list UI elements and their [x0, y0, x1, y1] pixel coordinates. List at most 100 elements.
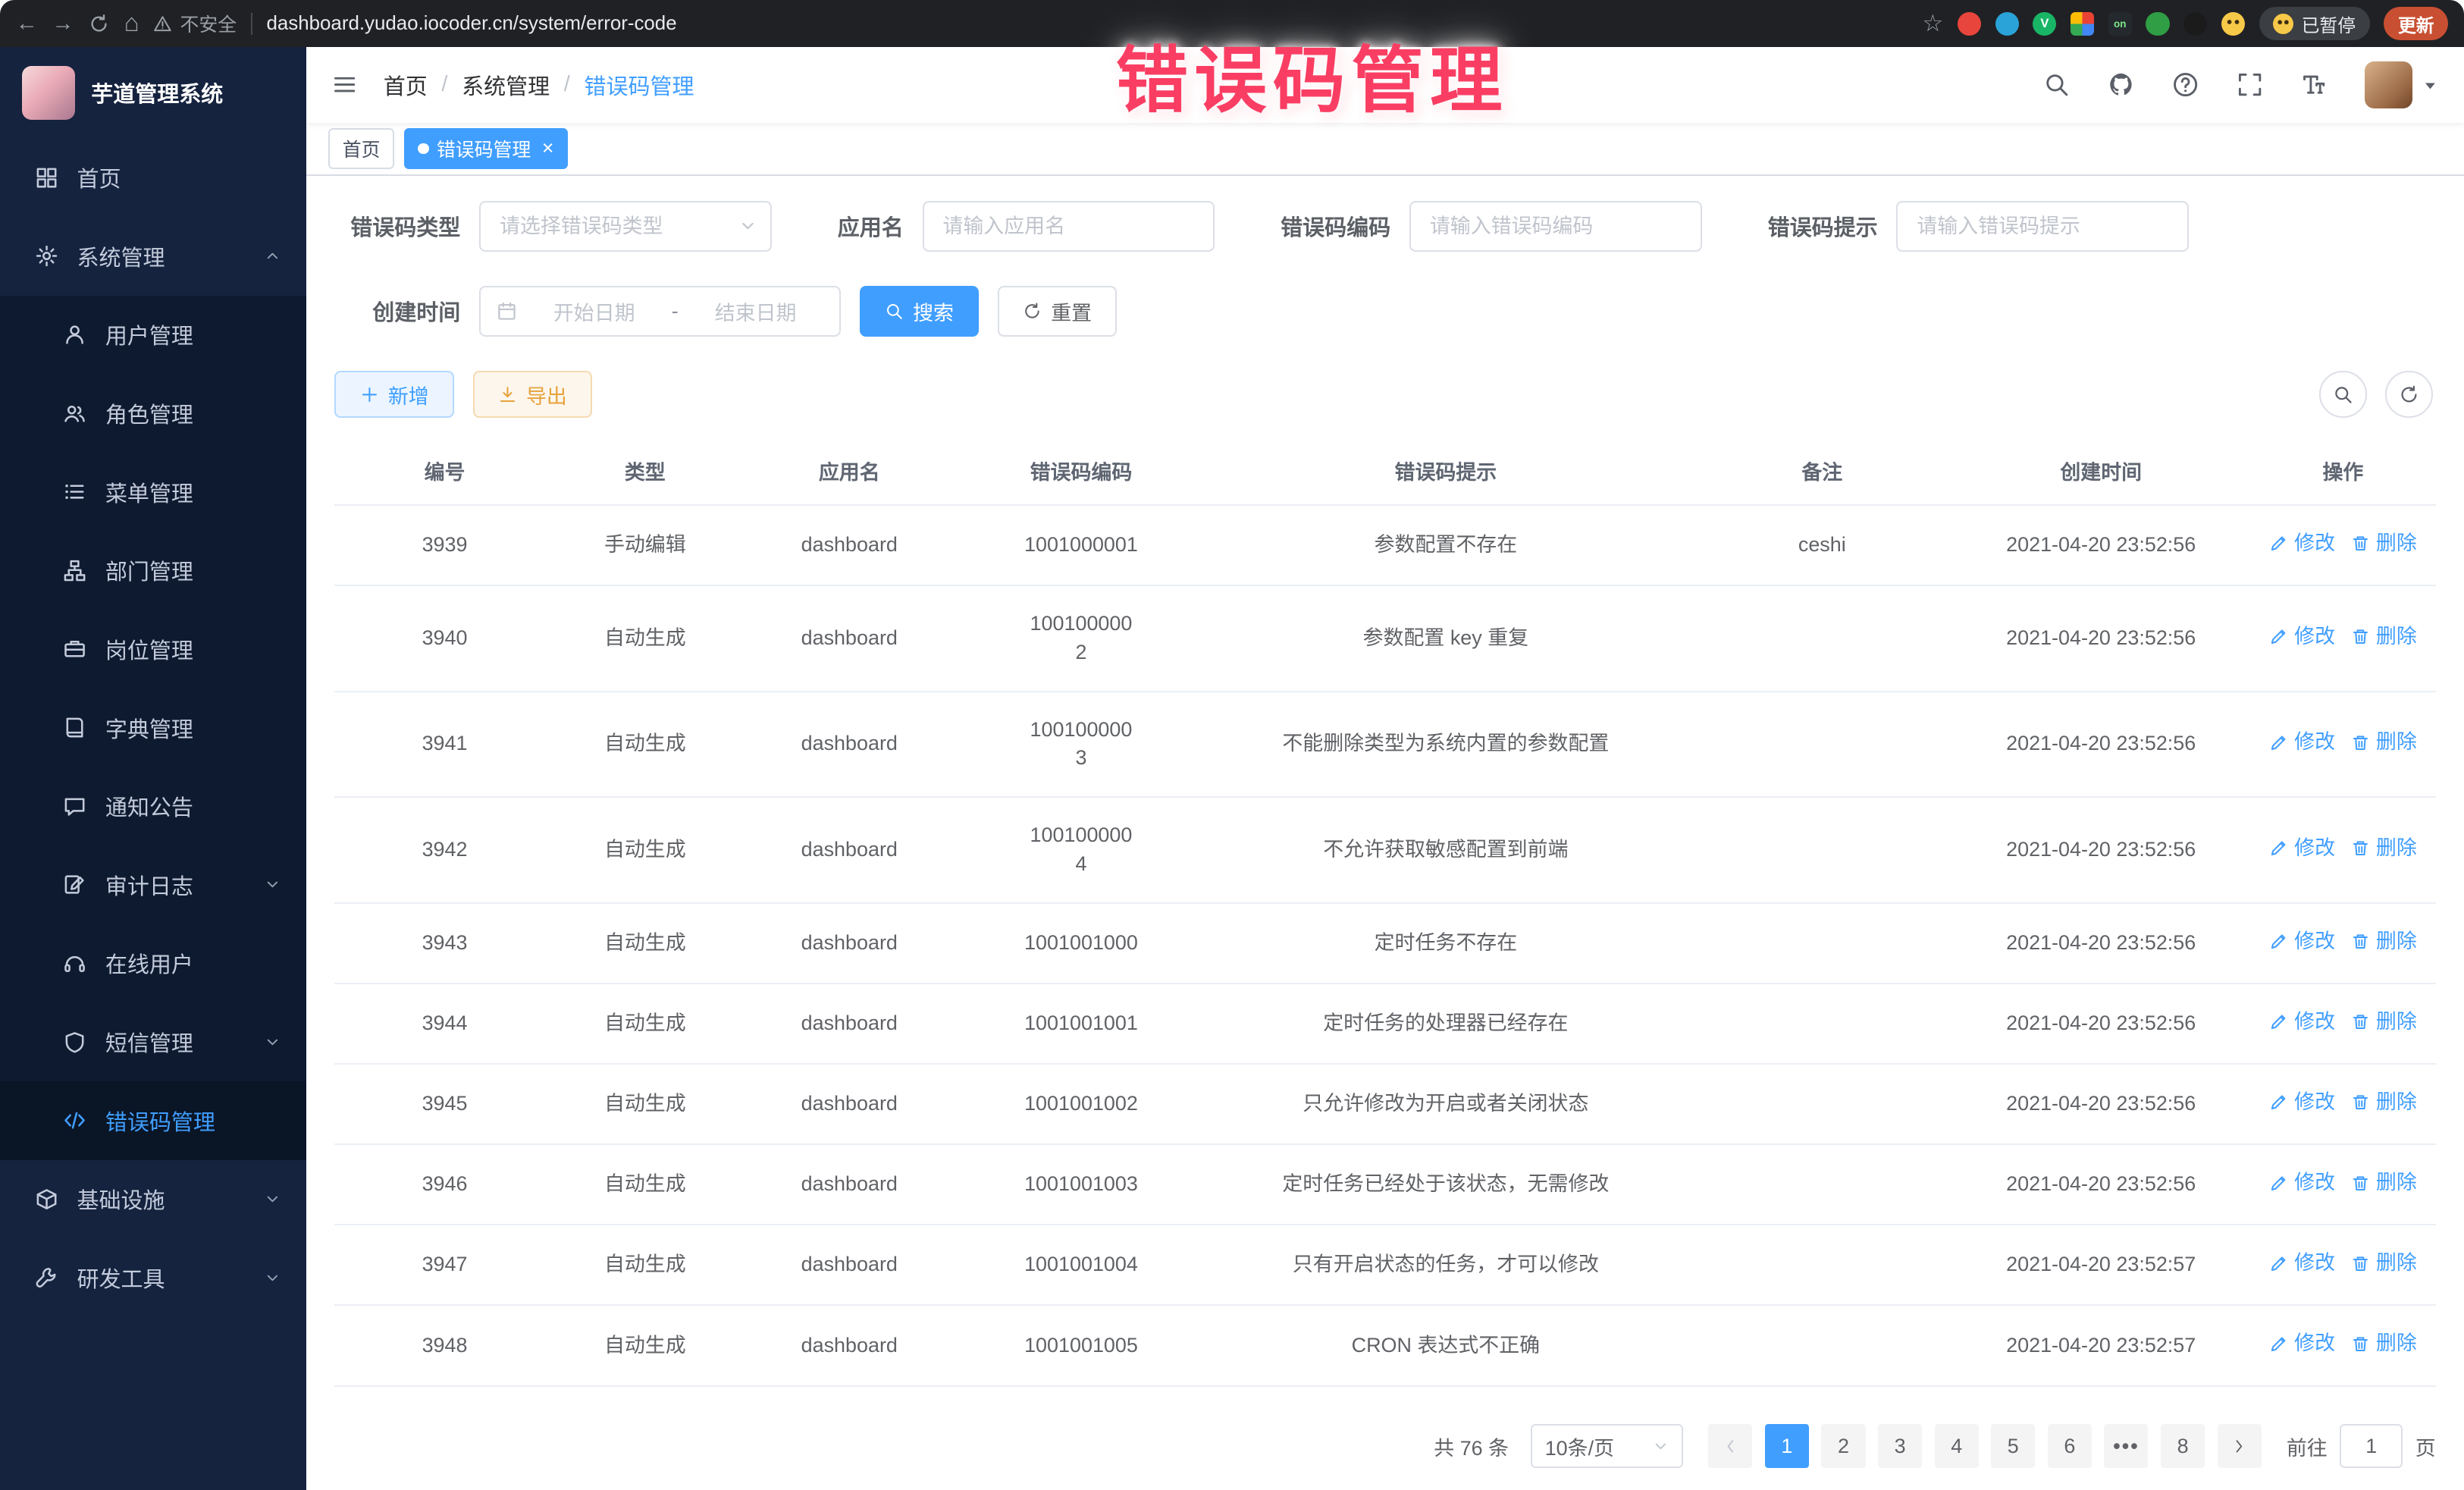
help-icon[interactable] [2172, 71, 2199, 98]
page-button-1[interactable]: 1 [1765, 1424, 1809, 1468]
breadcrumb-home[interactable]: 首页 [384, 69, 428, 101]
reload-icon[interactable] [88, 13, 110, 35]
page-button-6[interactable]: 6 [2048, 1424, 2092, 1468]
cell-remark [1692, 797, 1951, 903]
sidebar-item-用户管理[interactable]: 用户管理 [0, 296, 306, 375]
page-button-4[interactable]: 4 [1935, 1424, 1979, 1468]
edit-link[interactable]: 修改 [2269, 728, 2335, 757]
page-size-select[interactable]: 10条/页 [1531, 1424, 1683, 1468]
user-avatar-menu[interactable] [2365, 61, 2438, 108]
tab-错误码管理[interactable]: 错误码管理× [404, 128, 569, 169]
toggle-search-button[interactable] [2319, 371, 2366, 418]
export-button[interactable]: 导出 [473, 371, 592, 418]
paused-button[interactable]: 已暂停 [2259, 7, 2370, 40]
security-indicator[interactable]: 不安全 [153, 10, 237, 37]
update-button[interactable]: 更新 [2384, 7, 2448, 40]
delete-link[interactable]: 删除 [2351, 1329, 2417, 1358]
sidebar-item-在线用户[interactable]: 在线用户 [0, 924, 306, 1003]
browser-profile-avatar[interactable] [2221, 12, 2245, 36]
next-page-button[interactable] [2218, 1424, 2262, 1468]
delete-link[interactable]: 删除 [2351, 1168, 2417, 1197]
sidebar-item-通知公告[interactable]: 通知公告 [0, 767, 306, 845]
delete-link[interactable]: 删除 [2351, 529, 2417, 558]
tags-bar: 首页错误码管理× [306, 123, 2464, 176]
app-name-input[interactable] [923, 201, 1215, 251]
page-button-8[interactable]: 8 [2161, 1424, 2205, 1468]
add-button[interactable]: 新增 [334, 371, 453, 418]
pager-more[interactable]: ••• [2104, 1424, 2148, 1468]
goto-page-input[interactable] [2340, 1424, 2403, 1468]
delete-icon [2351, 932, 2370, 951]
back-icon[interactable]: ← [16, 11, 38, 36]
sidebar-item-基础设施[interactable]: 基础设施 [0, 1160, 306, 1239]
search-button[interactable]: 搜索 [860, 286, 979, 336]
address-bar[interactable]: dashboard.yudao.iocoder.cn/system/error-… [266, 13, 676, 35]
close-icon[interactable]: × [542, 138, 554, 158]
bookmark-star-icon[interactable]: ☆ [1922, 10, 1943, 37]
delete-link[interactable]: 删除 [2351, 1088, 2417, 1117]
content: 错误码类型 应用名 错误码编码 [306, 176, 2464, 1490]
edit-link[interactable]: 修改 [2269, 623, 2335, 651]
delete-link[interactable]: 删除 [2351, 728, 2417, 757]
sidebar-item-短信管理[interactable]: 短信管理 [0, 1002, 306, 1081]
page-button-3[interactable]: 3 [1878, 1424, 1922, 1468]
edit-link[interactable]: 修改 [2269, 834, 2335, 863]
delete-link[interactable]: 删除 [2351, 1249, 2417, 1278]
sidebar-item-首页[interactable]: 首页 [0, 138, 306, 217]
delete-link[interactable]: 删除 [2351, 834, 2417, 863]
tab-首页[interactable]: 首页 [328, 128, 394, 169]
edit-link[interactable]: 修改 [2269, 927, 2335, 956]
extension-icon[interactable] [2071, 12, 2094, 36]
github-icon[interactable] [2108, 71, 2134, 98]
edit-link[interactable]: 修改 [2269, 1008, 2335, 1037]
fullscreen-icon[interactable] [2237, 71, 2263, 98]
date-range-picker[interactable]: 开始日期 - 结束日期 [479, 286, 841, 336]
date-separator: - [672, 300, 679, 323]
breadcrumb-current[interactable]: 错误码管理 [584, 69, 694, 101]
hamburger-icon[interactable] [331, 71, 358, 98]
sidebar-item-系统管理[interactable]: 系统管理 [0, 217, 306, 296]
search-icon[interactable] [2043, 71, 2070, 98]
edit-note-icon [63, 873, 86, 896]
edit-link[interactable]: 修改 [2269, 1088, 2335, 1117]
error-message-input[interactable] [1896, 201, 2189, 251]
sidebar-menu: 首页系统管理用户管理角色管理菜单管理部门管理岗位管理字典管理通知公告审计日志在线… [0, 138, 306, 1490]
font-size-icon[interactable] [2300, 71, 2327, 98]
delete-icon [2351, 839, 2370, 858]
sidebar-item-研发工具[interactable]: 研发工具 [0, 1238, 306, 1317]
reset-button[interactable]: 重置 [998, 286, 1117, 336]
sidebar-item-岗位管理[interactable]: 岗位管理 [0, 610, 306, 689]
sidebar-item-审计日志[interactable]: 审计日志 [0, 845, 306, 924]
extension-icon[interactable] [1958, 12, 1981, 36]
sidebar-item-菜单管理[interactable]: 菜单管理 [0, 453, 306, 532]
breadcrumb-system[interactable]: 系统管理 [462, 69, 550, 101]
delete-link[interactable]: 删除 [2351, 927, 2417, 956]
sidebar-item-错误码管理[interactable]: 错误码管理 [0, 1081, 306, 1160]
edit-link[interactable]: 修改 [2269, 1249, 2335, 1278]
sidebar-item-字典管理[interactable]: 字典管理 [0, 689, 306, 767]
delete-link[interactable]: 删除 [2351, 1008, 2417, 1037]
forward-icon[interactable]: → [52, 11, 74, 36]
prev-page-button[interactable] [1708, 1424, 1752, 1468]
sidebar-item-部门管理[interactable]: 部门管理 [0, 532, 306, 610]
extension-icon[interactable] [1995, 12, 2019, 36]
edit-link[interactable]: 修改 [2269, 1329, 2335, 1358]
extension-icon[interactable] [2146, 12, 2169, 36]
page-button-2[interactable]: 2 [1821, 1424, 1865, 1468]
edit-link[interactable]: 修改 [2269, 529, 2335, 558]
table-row: 3939手动编辑dashboard1001000001参数配置不存在ceshi2… [334, 505, 2435, 585]
extension-icon[interactable] [2183, 12, 2207, 36]
extension-icon[interactable]: V [2033, 12, 2056, 36]
error-code-input[interactable] [1409, 201, 1702, 251]
sidebar-item-角色管理[interactable]: 角色管理 [0, 374, 306, 453]
delete-link[interactable]: 删除 [2351, 623, 2417, 651]
book-icon [63, 716, 86, 739]
home-icon[interactable]: ⌂ [124, 9, 140, 38]
refresh-table-button[interactable] [2385, 371, 2432, 418]
type-select[interactable] [479, 201, 772, 251]
edit-link[interactable]: 修改 [2269, 1168, 2335, 1197]
sidebar-logo-row[interactable]: 芋道管理系统 [0, 47, 306, 138]
extension-icon[interactable]: on [2108, 12, 2132, 36]
page-button-5[interactable]: 5 [1991, 1424, 2035, 1468]
table-header-row: 编号类型应用名错误码编码错误码提示备注创建时间操作 [334, 437, 2435, 505]
